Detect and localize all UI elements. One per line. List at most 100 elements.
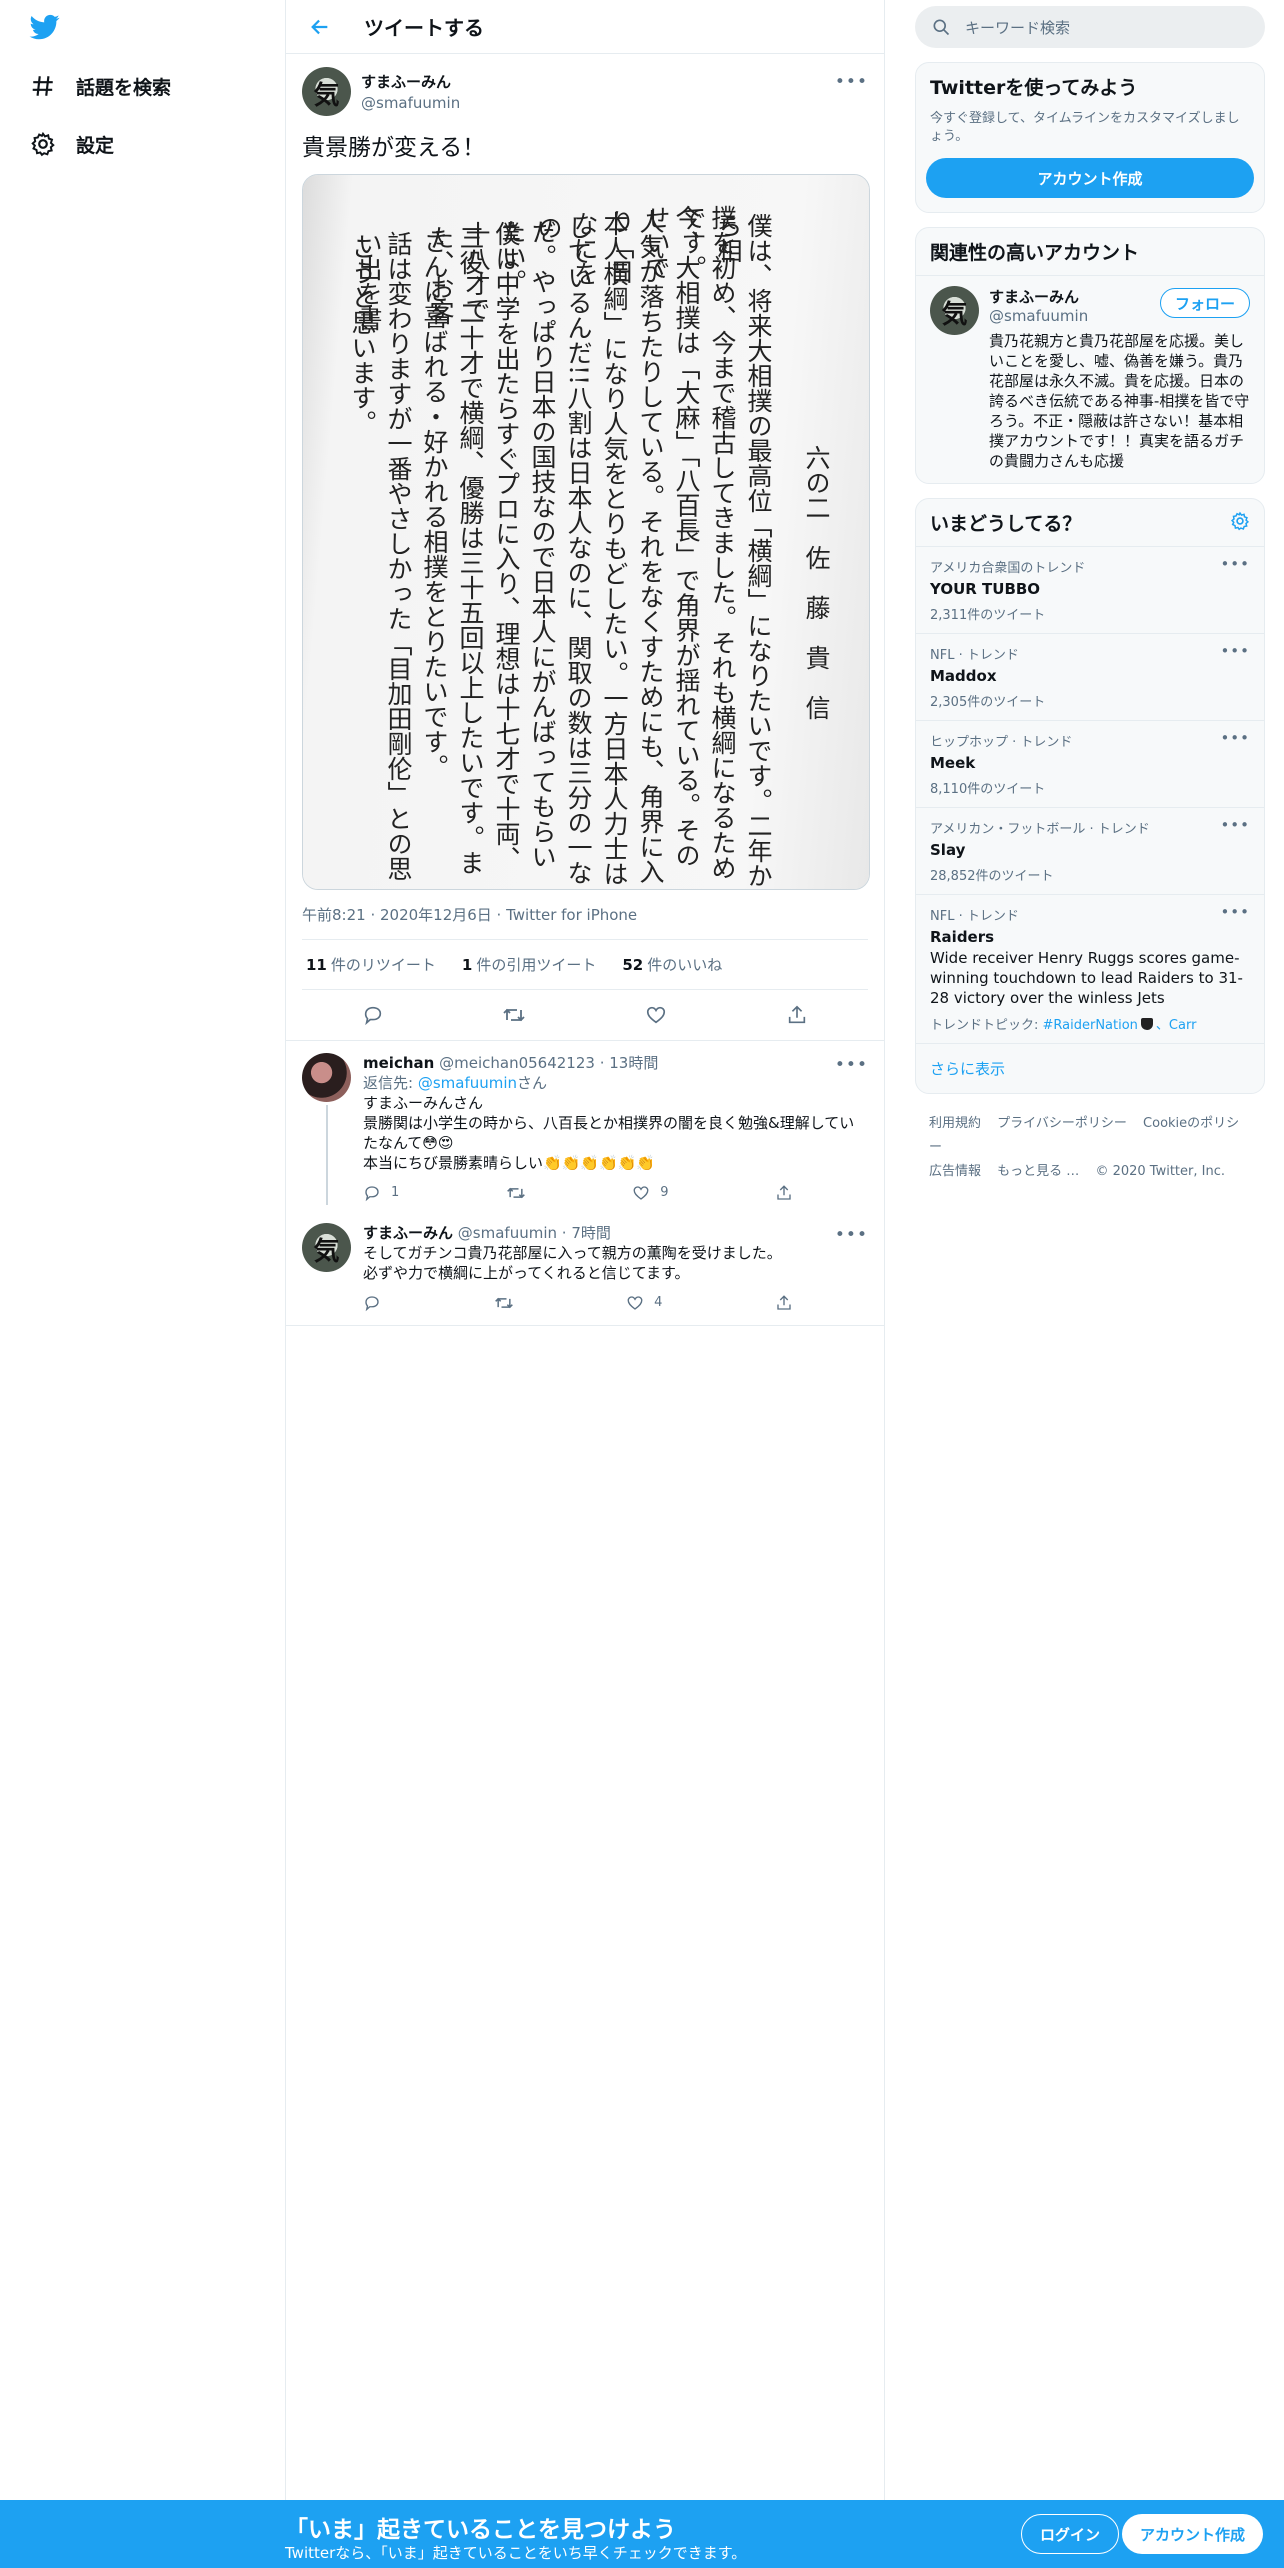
hashtag-icon [28, 71, 58, 101]
reply-tweet[interactable]: 気 すまふーみん @smafuumin · 7時間 そしてガチンコ貴乃花部屋に入… [286, 1215, 884, 1326]
footer-ads[interactable]: 広告情報 [929, 1164, 981, 1179]
more-icon[interactable]: ••• [1220, 729, 1250, 747]
twitter-logo-icon[interactable] [28, 12, 64, 44]
share-button[interactable] [775, 1183, 793, 1203]
follow-button[interactable]: フォロー [1159, 288, 1250, 318]
footer-copyright: © 2020 Twitter, Inc. [1095, 1164, 1225, 1179]
trends-title: いまどうしてる？ [930, 513, 1082, 535]
footer-privacy[interactable]: プライバシーポリシー [997, 1116, 1127, 1131]
like-button[interactable]: 9 [632, 1183, 669, 1203]
retweet-button[interactable] [494, 1293, 514, 1313]
essay-line: 僕は中学を出たらすぐプロに入り、理想は十七才で十両、十八才で [462, 221, 521, 871]
bottom-bar-subtitle: Twitterなら、「いま」起きていることをいち早くチェックできます。 [285, 2544, 747, 2562]
essay-photo: 六の二 佐 藤 貴 信 僕は、将来大相撲の最高位「横綱」になりたいです。二年から… [303, 175, 869, 889]
trend-name: Meek [930, 754, 976, 772]
essay-line: 話は変わりますが一番やさしかった「目加田剛伦」との思い出を書 [354, 231, 413, 881]
page-title: ツイートする [364, 16, 484, 40]
retweet-icon[interactable] [500, 1001, 528, 1029]
reply-tweet[interactable]: meichan @meichan05642123 · 13時間 返信先: @sm… [286, 1041, 884, 1215]
reply-text: すまふーみんさん 景勝関は小学生の時から、八百長とか相撲界の闇を良く勉強&理解し… [363, 1094, 855, 1172]
trend-related-term[interactable]: 、Carr [1156, 1018, 1197, 1033]
reply-author-handle[interactable]: @smafuumin [458, 1224, 557, 1242]
footer-more[interactable]: もっと見る … [997, 1164, 1079, 1179]
tweet-stats: 11 件のリツイート 1 件の引用ツイート 52 件のいいね [302, 940, 868, 990]
tweet-actions [302, 990, 868, 1040]
reply-to-handle[interactable]: @smafuumin [418, 1074, 517, 1092]
avatar[interactable] [302, 1053, 351, 1102]
essay-line: 三役、二十才で横綱、優勝は三十五回以上したいです。また、お客 [426, 225, 485, 875]
trend-item[interactable]: アメリカ合衆国のトレンド YOUR TUBBO 2,311件のツイート ••• [916, 547, 1264, 634]
retweets-count[interactable]: 11 件のリツイート [306, 954, 436, 975]
like-icon[interactable] [642, 1001, 670, 1029]
more-icon[interactable]: ••• [1220, 903, 1250, 921]
trend-topic: トレンドトピック: #RaiderNation 、Carr [930, 1018, 1197, 1033]
essay-line: 人気が落ちたりしている。それをなくすためにも、角界に入り「日 [606, 209, 665, 884]
avatar[interactable]: 気 [930, 286, 979, 335]
likes-count[interactable]: 52 件のいいね [622, 954, 722, 975]
reply-time[interactable]: · 7時間 [562, 1224, 611, 1242]
trend-item[interactable]: NFL · トレンド Maddox 2,305件のツイート ••• [916, 634, 1264, 721]
nav-settings[interactable]: 設定 [28, 120, 114, 168]
trend-count: 2,311件のツイート [930, 608, 1046, 623]
signup-button[interactable]: アカウント作成 [1122, 2514, 1264, 2554]
show-more-link[interactable]: さらに表示 [916, 1044, 1264, 1093]
trend-context: ヒップホップ · トレンド [930, 735, 1073, 750]
reply-time[interactable]: · 13時間 [600, 1054, 659, 1072]
share-button[interactable] [775, 1293, 793, 1313]
trend-item[interactable]: アメリカン・フットボール · トレンド Slay 28,852件のツイート ••… [916, 808, 1264, 895]
trend-item[interactable]: NFL · トレンド Raiders Wide receiver Henry R… [916, 895, 1264, 1044]
tweet-header: 気 すまふーみん @smafuumin ••• [302, 66, 868, 116]
footer-links: 利用規約 プライバシーポリシー Cookieのポリシー 広告情報 もっと見る …… [915, 1094, 1265, 1202]
trend-description: Wide receiver Henry Ruggs scores game-wi… [930, 949, 1243, 1007]
related-accounts-card: 関連性の高いアカウント 気 すまふーみん @smafuumin 貴乃花親方と貴乃… [915, 227, 1265, 484]
tweet-author[interactable]: すまふーみん @smafuumin [361, 71, 460, 112]
tweet-timestamp[interactable]: 午前8:21 · 2020年12月6日 · Twitter for iPhone [302, 904, 868, 940]
more-icon[interactable]: ••• [835, 1055, 868, 1075]
footer-terms[interactable]: 利用規約 [929, 1116, 981, 1131]
reply-author-name[interactable]: すまふーみん [363, 1224, 453, 1242]
reply-actions: 1 9 [363, 1183, 793, 1203]
tweet-photo[interactable]: 六の二 佐 藤 貴 信 僕は、将来大相撲の最高位「横綱」になりたいです。二年から… [302, 174, 870, 890]
login-button[interactable]: ログイン [1021, 2514, 1120, 2554]
like-button[interactable]: 4 [626, 1293, 662, 1313]
thread-line [326, 1105, 328, 1205]
create-account-button[interactable]: アカウント作成 [926, 158, 1254, 198]
more-icon[interactable]: ••• [835, 72, 868, 92]
reply-author-handle[interactable]: @meichan05642123 [439, 1054, 595, 1072]
quotes-count[interactable]: 1 件の引用ツイート [462, 954, 596, 975]
essay-line: 六の二 佐 藤 貴 信 [802, 445, 831, 720]
gear-icon[interactable] [1230, 511, 1250, 535]
left-navigation: 話題を検索 設定 [0, 0, 285, 2500]
more-icon[interactable]: ••• [1220, 642, 1250, 660]
signup-card: Twitterを使ってみよう 今すぐ登録して、タイムラインをカスタマイズしましょ… [915, 62, 1265, 213]
reply-button[interactable]: 1 [363, 1183, 399, 1203]
bottom-signup-bar: 「いま」起きていることを見つけよう Twitterなら、「いま」起きていることを… [0, 2500, 1284, 2568]
retweet-button[interactable] [506, 1183, 526, 1203]
avatar[interactable]: 気 [302, 66, 351, 116]
more-icon[interactable]: ••• [1220, 816, 1250, 834]
main-column: ツイートする 気 すまふーみん @smafuumin ••• 貴景勝が変える！ … [285, 0, 885, 2500]
search-input[interactable]: キーワード検索 [915, 6, 1265, 48]
nav-explore-label: 話題を検索 [76, 76, 172, 99]
essay-line: さんに喜ばれる・好かれる相撲をとりたいです。 [420, 229, 449, 779]
search-placeholder: キーワード検索 [965, 18, 1071, 37]
trend-context: NFL · トレンド [930, 909, 1019, 924]
reply-button[interactable] [363, 1293, 381, 1313]
trend-name: Raiders [930, 928, 995, 946]
signup-card-title: Twitterを使ってみよう [930, 77, 1138, 99]
back-arrow-icon[interactable] [306, 13, 334, 41]
more-icon[interactable]: ••• [835, 1225, 868, 1245]
reply-author-name[interactable]: meichan [363, 1054, 434, 1072]
essay-line: 今、大相撲は「大麻」「八百長」で角界が揺れている。そのせいで [642, 205, 701, 868]
nav-explore[interactable]: 話題を検索 [28, 62, 171, 110]
trend-item[interactable]: ヒップホップ · トレンド Meek 8,110件のツイート ••• [916, 721, 1264, 808]
trend-hashtag[interactable]: #RaiderNation [1043, 1018, 1138, 1033]
trend-name: Maddox [930, 667, 997, 685]
reply-icon[interactable] [359, 1001, 387, 1029]
share-icon[interactable] [783, 1001, 811, 1029]
more-icon[interactable]: ••• [1220, 555, 1250, 573]
related-account[interactable]: 気 すまふーみん @smafuumin 貴乃花親方と貴乃花部屋を応援。美しいこと… [916, 275, 1264, 483]
avatar[interactable]: 気 [302, 1223, 351, 1272]
reply-body: すまふーみん @smafuumin · 7時間 そしてガチンコ貴乃花部屋に入って… [363, 1223, 868, 1313]
reply-header: すまふーみん @smafuumin · 7時間 [363, 1223, 868, 1243]
